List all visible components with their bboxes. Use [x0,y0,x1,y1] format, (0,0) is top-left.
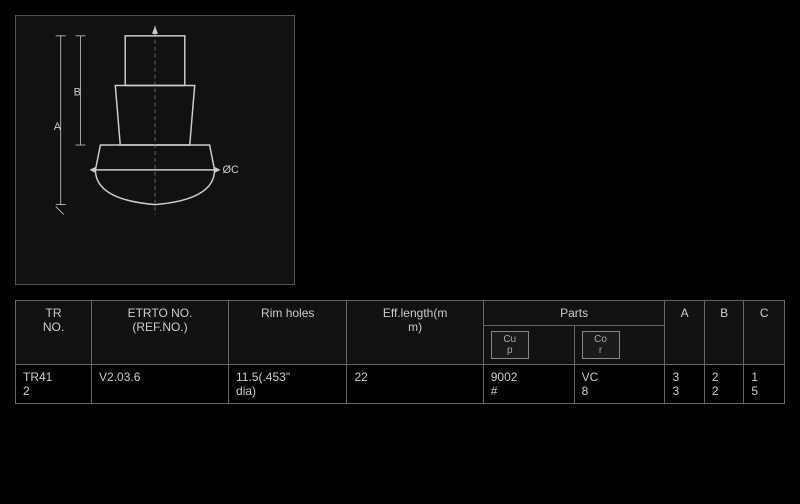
cell-etrto-no: V2.03.6 [92,365,229,404]
col-header-tr-no: TR NO. [16,301,92,365]
cell-tr-no: TR41 2 [16,365,92,404]
cell-parts-col1: 9002 # [483,365,574,404]
col-header-eff-length: Eff.length(m m) [347,301,483,365]
col-header-parts: Parts [483,301,665,326]
parts-sub-cup: Cup [483,326,574,365]
technical-drawing: A B ØC [16,16,294,284]
diagram-area: A B ØC [15,15,295,285]
table-row: TR41 2 V2.03.6 11.5(.453" dia) 22 9002 # [16,365,785,404]
cell-eff-length: 22 [347,365,483,404]
col-header-b: B [704,301,743,365]
svg-text:A: A [54,121,62,133]
cell-c: 1 5 [744,365,785,404]
svg-text:ØC: ØC [222,164,238,176]
col-header-rim-holes: Rim holes [229,301,347,365]
data-table: TR NO. ETRTO NO. (REF.NO.) Rim holes Eff… [15,300,785,404]
cell-rim-holes: 11.5(.453" dia) [229,365,347,404]
cell-b: 2 2 [704,365,743,404]
col-header-a: A [665,301,704,365]
page-wrapper: A B ØC TR NO. [0,0,800,504]
parts-sub-core: Cor [574,326,665,365]
table-wrapper: TR NO. ETRTO NO. (REF.NO.) Rim holes Eff… [15,300,785,494]
col-header-etrto: ETRTO NO. (REF.NO.) [92,301,229,365]
cell-a: 3 3 [665,365,704,404]
cell-parts-col2: VC 8 [574,365,665,404]
col-header-c: C [744,301,785,365]
svg-text:B: B [74,86,81,98]
